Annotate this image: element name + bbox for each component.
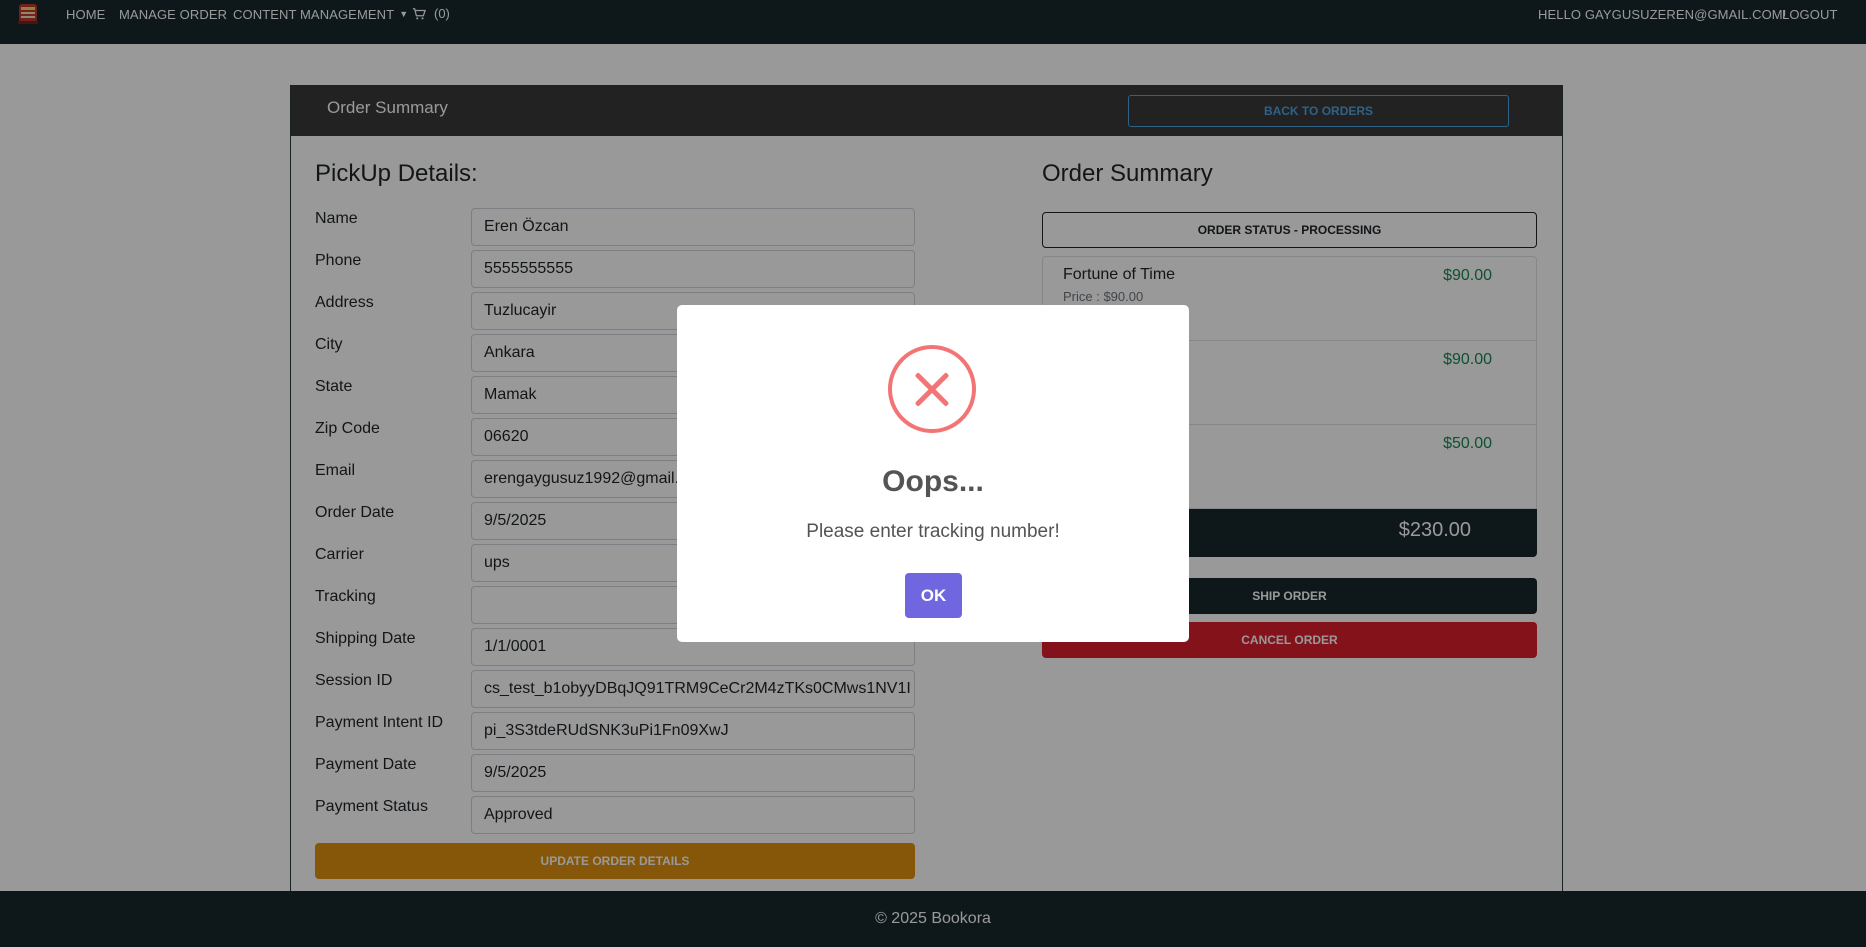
ok-button[interactable]: OK [905,573,962,618]
error-x-icon [888,345,976,433]
dialog-title: Oops... [882,465,984,498]
dialog-message: Please enter tracking number! [806,521,1060,542]
error-dialog: Oops... Please enter tracking number! OK [677,305,1189,642]
